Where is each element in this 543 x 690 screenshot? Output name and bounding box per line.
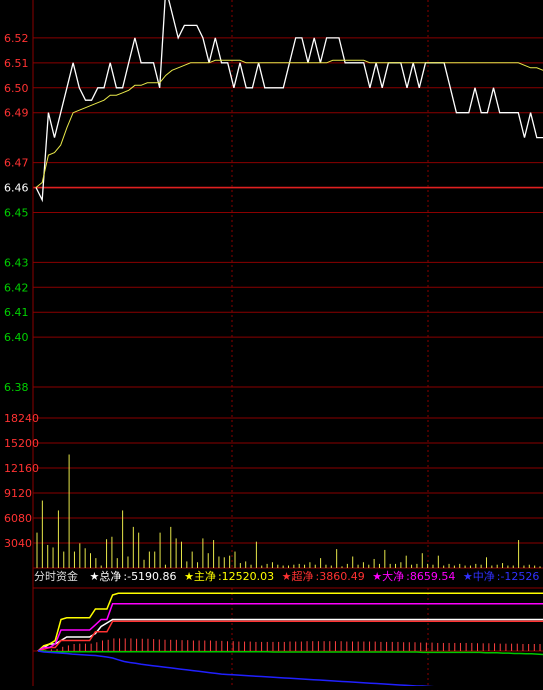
average-price-line: [35, 59, 543, 188]
legend-super-net: ★超净:3860.49: [281, 570, 365, 583]
legend-large-net-label: ★大净: [372, 570, 405, 583]
volume-axis: 18240 15200 12160 9120 6080 3040: [4, 412, 39, 550]
volume-tick-label: 9120: [4, 487, 32, 500]
volume-tick-label: 3040: [4, 537, 32, 550]
fund-sticks: [45, 638, 541, 651]
price-tick-label: 6.38: [4, 381, 29, 394]
price-lines: [35, 0, 543, 203]
price-line: [35, 0, 543, 203]
volume-panel-grid: [33, 417, 543, 569]
volume-tick-label: 18240: [4, 412, 39, 425]
legend-total-net: ★总净:-5190.86: [89, 570, 177, 583]
price-tick-label: 6.40: [4, 331, 29, 344]
legend-main-net-value: 12520.03: [221, 570, 275, 583]
legend-large-net-value: 8659.54: [409, 570, 456, 583]
volume-tick-label: 6080: [4, 512, 32, 525]
price-tick-label: 6.45: [4, 206, 29, 219]
legend-mid-net: ★中净:-12526: [462, 570, 540, 583]
mid-net-line: [37, 650, 501, 690]
legend-large-net: ★大净:8659.54: [372, 570, 456, 583]
volume-tick-label: 15200: [4, 437, 39, 450]
intraday-chart[interactable]: 6.546.526.516.506.496.476.466.456.436.42…: [0, 0, 543, 690]
price-tick-label: 6.52: [4, 32, 29, 45]
price-tick-label: 6.50: [4, 82, 29, 95]
legend-super-net-value: 3860.49: [319, 570, 365, 583]
fund-legend: 分时资金 ★总净:-5190.86 ★主净:12520.03 ★超净:3860.…: [0, 568, 543, 586]
fund-title: 分时资金: [34, 570, 78, 583]
retail-net-line: [38, 650, 543, 656]
legend-mid-net-value: -12526: [500, 570, 540, 583]
legend-main-net: ★主净:12520.03: [184, 570, 275, 583]
volume-bars: [36, 454, 541, 568]
legend-total-net-value: -5190.86: [127, 570, 177, 583]
price-tick-label: 6.42: [4, 281, 29, 294]
legend-super-net-label: ★超净: [281, 570, 314, 583]
price-tick-label: 6.47: [4, 157, 29, 170]
price-tick-label: 6.51: [4, 57, 29, 70]
price-tick-label: 6.46: [4, 182, 29, 195]
legend-main-net-label: ★主净: [184, 570, 216, 583]
price-tick-label: 6.43: [4, 256, 29, 269]
legend-mid-net-label: ★中净: [462, 570, 495, 583]
volume-tick-label: 12160: [4, 462, 39, 475]
price-tick-label: 6.49: [4, 107, 29, 120]
legend-total-net-label: ★总净: [89, 570, 122, 583]
price-tick-label: 6.41: [4, 306, 29, 319]
price-axis: 6.546.526.516.506.496.476.466.456.436.42…: [4, 32, 29, 394]
